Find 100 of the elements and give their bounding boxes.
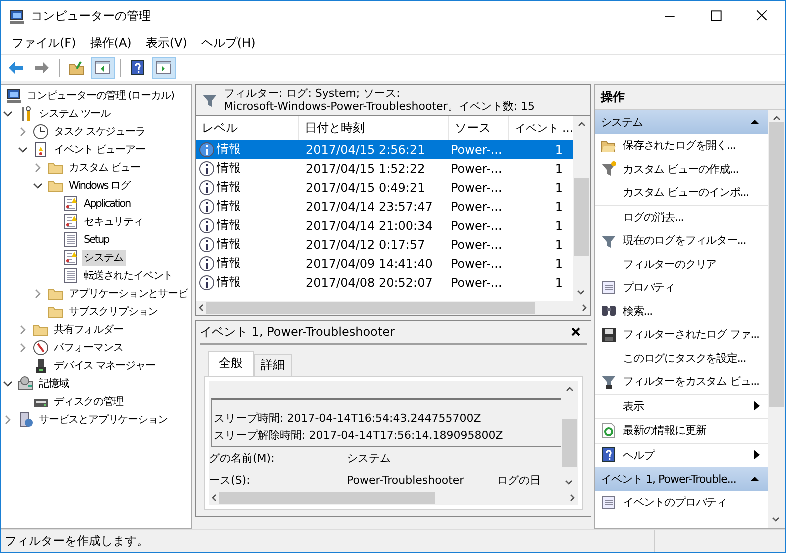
table-cell-text: 1 [554, 180, 564, 194]
tree-item[interactable]: カスタム ビュー [67, 160, 143, 176]
table-cell-text: Power-... [450, 276, 504, 290]
tree-item[interactable]: システム ツール [37, 106, 113, 122]
action-item[interactable]: フィルターをカスタム ビュ... [595, 370, 768, 394]
action-item[interactable]: このログにタスクを設定... [595, 346, 768, 370]
section-header[interactable]: イベント 1, Power-Trouble... [595, 467, 768, 491]
tree-item[interactable]: サービスとアプリケーション [37, 412, 170, 428]
tree-item[interactable]: ディスクの管理 [52, 394, 126, 410]
pane-toggle-icon [156, 60, 172, 76]
tree-item[interactable]: Windows ログ [67, 178, 132, 194]
event-row[interactable]: 情報 2017/04/14 21:00:34 Power-... 1 [196, 216, 573, 235]
event-row[interactable]: 情報 2017/04/12 0:17:57 Power-... 1 [196, 235, 573, 254]
info-icon [199, 256, 215, 272]
window-title: コンピューターの管理 [31, 8, 152, 25]
status-text: フィルターを作成します。 [4, 532, 150, 550]
scrollbar[interactable] [573, 116, 590, 301]
filter-text: Microsoft-Windows-Power-Troubleshooter。イベント数: 15 [224, 100, 536, 113]
tree-item[interactable]: セキュリティ [82, 214, 146, 230]
action-item[interactable]: フィルターされたログ ファ... [595, 323, 768, 346]
expand-chevron-icon[interactable] [18, 127, 28, 137]
collapse-chevron-icon[interactable] [33, 181, 43, 191]
tree-item[interactable]: 転送されたイベント [82, 268, 176, 284]
expand-chevron-icon[interactable] [18, 325, 28, 335]
menu-item[interactable]: ファイル(F) [5, 32, 84, 54]
event-row[interactable]: 情報 2017/04/15 1:52:22 Power-... 1 [196, 159, 573, 178]
collapse-chevron-icon[interactable] [3, 109, 13, 119]
action-item[interactable]: イベントのプロパティ [595, 491, 768, 514]
scrollbar[interactable] [768, 110, 785, 528]
action-item[interactable]: フィルターのクリア [595, 252, 768, 276]
back-arrow-icon [8, 60, 24, 76]
field-label: グの名前(M): [209, 450, 276, 466]
collapse-icon[interactable] [750, 474, 760, 484]
gauge-icon [33, 340, 49, 356]
event-row[interactable]: 情報 2017/04/09 14:41:40 Power-... 1 [196, 254, 573, 273]
tree-item[interactable]: デバイス マネージャー [52, 358, 158, 374]
collapse-icon[interactable] [750, 117, 760, 127]
table-cell-text: 1 [554, 238, 564, 252]
action-item[interactable]: カスタム ビューの作成... [595, 158, 768, 181]
description-text: スリープ解除時間: 2017-04-14T17:56:14.189095800Z [214, 428, 504, 444]
table-cell: 情報 [217, 255, 241, 272]
column-header[interactable]: イベント … [509, 116, 571, 140]
scrollbar[interactable] [196, 301, 590, 315]
detail-title: イベント 1, Power-Troubleshooter [200, 324, 396, 340]
log-warning-icon [63, 196, 79, 212]
event-row[interactable]: 情報 2017/04/15 2:56:21 Power-... 1 [196, 140, 573, 159]
help-icon [601, 447, 617, 464]
table-cell: 情報 [217, 160, 241, 177]
table-cell-text: Power-... [450, 218, 504, 232]
action-item[interactable]: カスタム ビューのインポ... [595, 181, 768, 204]
menu-item[interactable]: ヘルプ(H) [194, 32, 263, 54]
menu-item[interactable]: 表示(V) [138, 32, 194, 54]
table-cell-text: 2017/04/08 20:52:07 [305, 276, 434, 290]
tree-item[interactable]: 記憶域 [37, 376, 71, 392]
expand-chevron-icon[interactable] [3, 415, 13, 425]
section-header[interactable]: システム [595, 110, 768, 134]
collapse-chevron-icon[interactable] [18, 145, 28, 155]
table-cell-text: 2017/04/14 23:57:47 [305, 200, 434, 214]
event-row[interactable]: 情報 2017/04/08 20:52:07 Power-... 1 [196, 273, 573, 292]
tree-item[interactable]: パフォーマンス [52, 340, 126, 356]
field-value: Power-Troubleshooter [347, 474, 466, 486]
tree-item[interactable]: Setup [82, 233, 112, 247]
tree-item[interactable]: システム [82, 250, 126, 266]
close-icon[interactable] [571, 327, 581, 337]
clock-icon [33, 124, 49, 140]
expand-chevron-icon[interactable] [33, 163, 43, 173]
tree-item[interactable]: イベント ビューアー [52, 142, 148, 158]
section-title: システム [601, 114, 644, 130]
scrollbar[interactable] [209, 491, 578, 505]
tab[interactable]: 全般 [208, 351, 254, 376]
menu-item[interactable]: 操作(A) [83, 32, 139, 54]
action-item[interactable]: 保存されたログを開く... [595, 134, 768, 158]
tree-item[interactable]: アプリケーションとサービ [67, 286, 190, 302]
event-row[interactable]: 情報 2017/04/15 0:49:21 Power-... 1 [196, 178, 573, 197]
table-cell: 情報 [217, 217, 241, 234]
collapse-chevron-icon[interactable] [3, 379, 13, 389]
computer-icon [9, 8, 25, 24]
table-cell-text: Power-... [450, 200, 504, 214]
expand-chevron-icon[interactable] [18, 343, 28, 353]
table-cell: 情報 [217, 236, 241, 253]
action-item[interactable]: プロパティ [595, 276, 768, 300]
pane-title: 操作 [595, 85, 785, 110]
tree-item[interactable]: コンピューターの管理 (ローカル) [25, 88, 176, 104]
expand-chevron-icon[interactable] [33, 289, 43, 299]
table-cell-text: 1 [554, 162, 564, 176]
submenu-arrow-icon [754, 450, 760, 460]
action-item[interactable]: 検索... [595, 300, 768, 323]
info-icon [199, 274, 215, 290]
action-item[interactable]: 最新の情報に更新 [595, 418, 768, 442]
tree-item[interactable]: タスク スケジューラ [52, 124, 148, 140]
tree-item[interactable]: Application [82, 197, 133, 211]
table-cell: 情報 [217, 274, 241, 291]
tree-item[interactable]: サブスクリプション [67, 304, 160, 320]
event-row[interactable]: 情報 2017/04/14 23:57:47 Power-... 1 [196, 197, 573, 216]
table-cell-text: Power-... [450, 238, 504, 252]
tree-item[interactable]: 共有フォルダー [52, 322, 126, 338]
computer-icon [6, 88, 22, 104]
field-label: ログの日 [497, 472, 541, 488]
log-warning-icon [63, 214, 79, 230]
action-item[interactable]: 現在のログをフィルター... [595, 229, 768, 252]
